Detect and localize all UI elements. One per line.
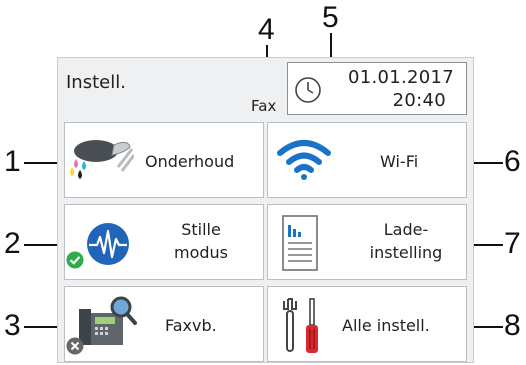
- disabled-status-icon: [66, 337, 84, 355]
- page-title: Instell.: [66, 72, 126, 93]
- callout-number-8: 8: [504, 309, 521, 342]
- clock-icon: [295, 77, 321, 103]
- wifi-icon: [277, 140, 331, 180]
- all-settings-button[interactable]: Alle instell.: [267, 286, 467, 362]
- tray-document-icon: [282, 215, 318, 271]
- tray-setting-label-line1: Lade-: [383, 220, 429, 239]
- callout-number-6: 6: [504, 145, 521, 178]
- date-label: 01.01.2017: [347, 67, 454, 88]
- callout-number-1: 1: [4, 145, 21, 178]
- callout-number-3: 3: [4, 309, 21, 342]
- wifi-label: Wi-Fi: [380, 152, 419, 171]
- quiet-mode-label-line1: Stille: [181, 220, 221, 239]
- fax-preview-icon: [79, 296, 137, 345]
- wifi-button[interactable]: Wi-Fi: [267, 122, 467, 198]
- quiet-mode-button[interactable]: Stille modus: [64, 204, 264, 280]
- checkmark-status-icon: [66, 251, 84, 269]
- maintenance-button[interactable]: Onderhoud: [64, 122, 264, 198]
- fax-preview-label: Faxvb.: [165, 316, 217, 335]
- date-time-box[interactable]: 01.01.2017 20:40: [287, 62, 467, 115]
- quiet-mode-label-line2: modus: [173, 243, 228, 263]
- all-settings-label: Alle instell.: [342, 316, 430, 335]
- tray-setting-label: Lade- instelling: [356, 218, 456, 264]
- toner-icon: [70, 140, 134, 179]
- tray-setting-button[interactable]: Lade- instelling: [267, 204, 467, 280]
- time-label: 20:40: [392, 90, 446, 111]
- fax-preview-button[interactable]: Faxvb.: [64, 286, 264, 362]
- callout-number-5: 5: [322, 1, 339, 34]
- callout-number-2: 2: [4, 227, 21, 260]
- quiet-mode-label: Stille modus: [161, 218, 241, 264]
- callout-number-4: 4: [258, 13, 275, 46]
- maintenance-label: Onderhoud: [145, 152, 235, 171]
- quiet-mode-icon: [87, 223, 129, 265]
- tools-icon: [283, 298, 318, 353]
- mode-indicator: Fax: [251, 97, 277, 115]
- tray-setting-label-line2: instelling: [369, 243, 443, 263]
- callout-number-7: 7: [504, 227, 521, 260]
